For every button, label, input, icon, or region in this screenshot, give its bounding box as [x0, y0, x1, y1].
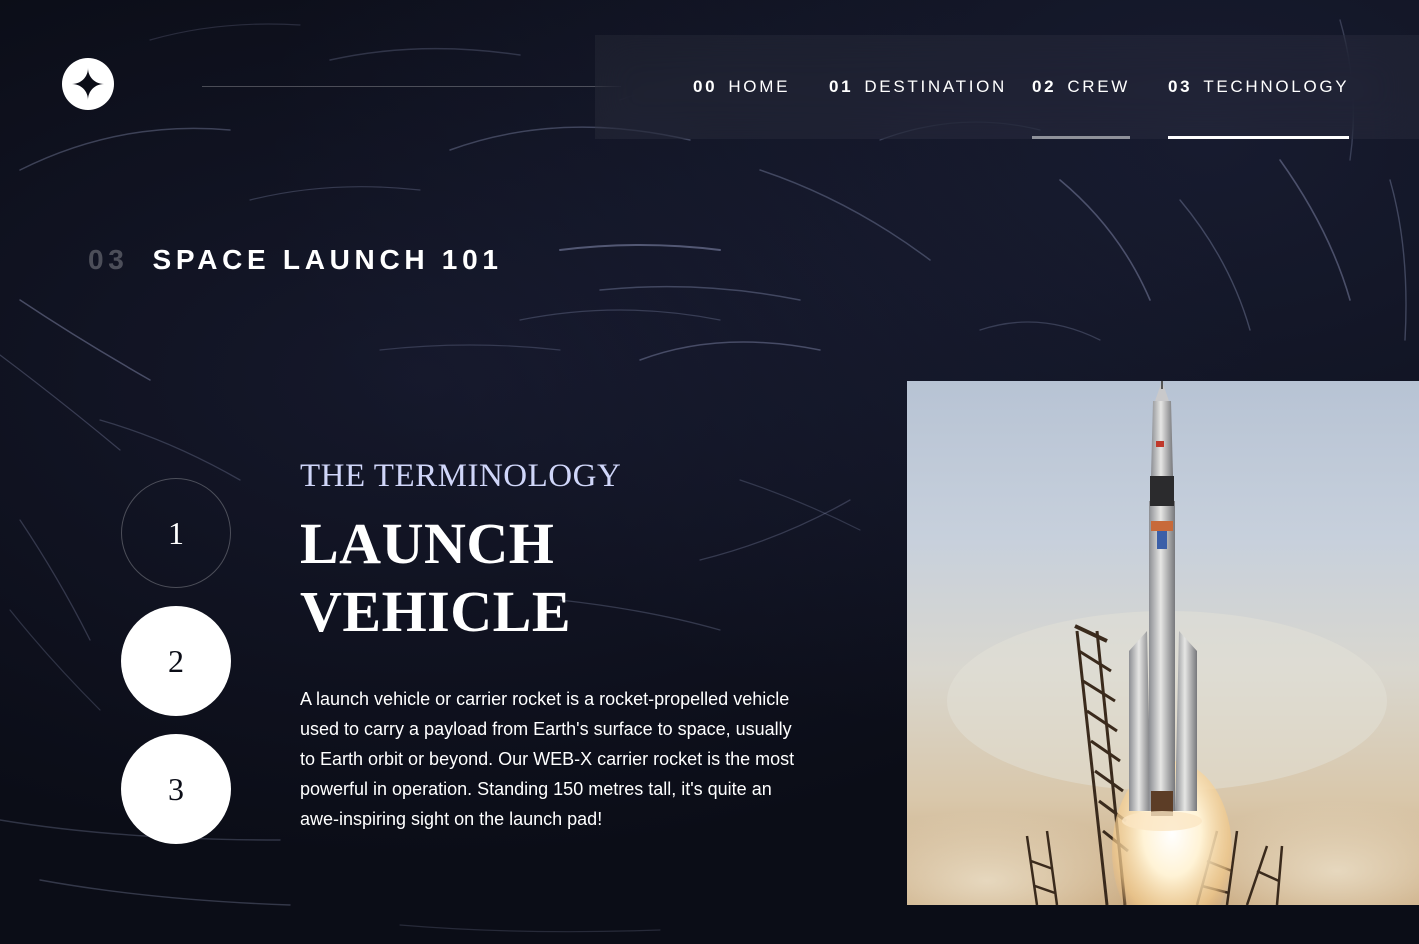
nav-item-home[interactable]: 00 HOME [693, 35, 790, 139]
nav-item-crew[interactable]: 02 CREW [1032, 35, 1131, 139]
nav-item-technology[interactable]: 03 TECHNOLOGY [1168, 35, 1350, 139]
technology-description: A launch vehicle or carrier rocket is a … [300, 689, 795, 829]
step-button-1[interactable]: 1 [121, 478, 231, 588]
step-button-3[interactable]: 3 [121, 734, 231, 844]
main-navigation: 00 HOME 01 DESTINATION 02 CREW 03 TECHNO… [595, 35, 1419, 139]
page-heading: 03 SPACE LAUNCH 101 [88, 244, 503, 276]
terminology-subtitle: THE TERMINOLOGY [300, 458, 622, 494]
nav-hover-indicator [1032, 136, 1131, 139]
technology-title-line-2: VEHICLE [300, 579, 572, 644]
step-button-2[interactable]: 2 [121, 606, 231, 716]
nav-item-number: 03 [1168, 77, 1193, 96]
nav-active-indicator [1168, 136, 1350, 139]
header-divider [202, 86, 621, 87]
nav-item-number: 02 [1032, 77, 1057, 96]
page-heading-text: SPACE LAUNCH 101 [152, 244, 503, 275]
star-logo-icon [72, 68, 104, 100]
nav-item-label: DESTINATION [864, 77, 1008, 96]
logo[interactable] [62, 58, 114, 110]
technology-title-line-1: LAUNCH [300, 511, 555, 576]
page-heading-number: 03 [88, 244, 129, 275]
launch-vehicle-image [907, 381, 1419, 905]
nav-item-label: TECHNOLOGY [1203, 77, 1350, 96]
nav-item-label: CREW [1067, 77, 1131, 96]
rocket-illustration [907, 381, 1419, 905]
technology-title: LAUNCH VEHICLE [300, 510, 820, 646]
nav-item-number: 00 [693, 77, 718, 96]
nav-item-number: 01 [829, 77, 854, 96]
nav-item-destination[interactable]: 01 DESTINATION [829, 35, 1007, 139]
nav-item-label: HOME [728, 77, 791, 96]
